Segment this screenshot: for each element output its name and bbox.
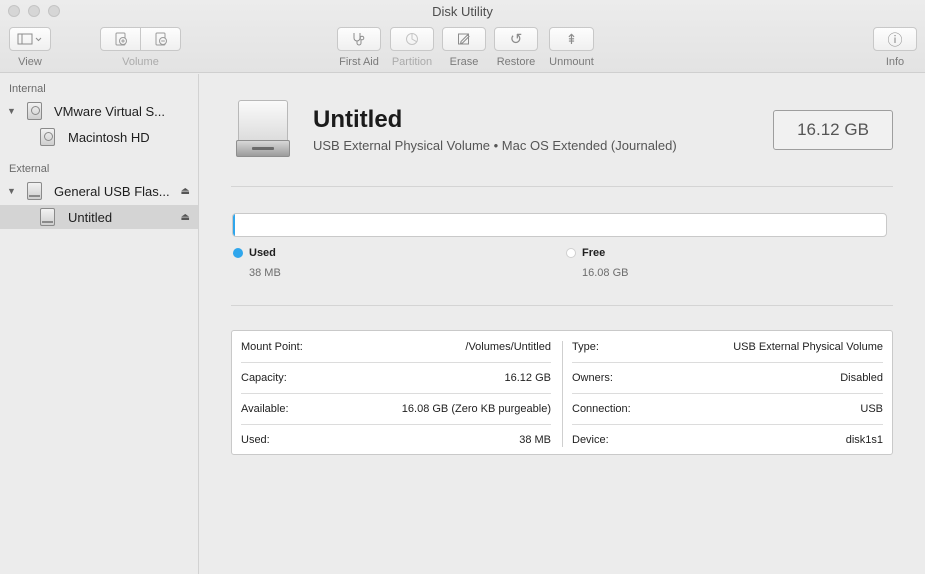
hard-disk-icon [40,128,55,146]
toolbar-volume: Volume [100,27,181,68]
info-key: Available: [241,402,289,415]
info-key: Device: [572,433,609,446]
used-legend-value: 38 MB [249,267,281,279]
sidebar-item-macintosh-hd[interactable]: Macintosh HD [0,125,198,149]
toolbar-info: ⓘ Info [873,27,917,68]
window-title: Disk Utility [432,4,493,19]
erase-button[interactable] [442,27,486,51]
info-value: 16.12 GB [504,371,551,384]
eject-icon[interactable]: ⏏ [181,186,190,197]
divider [231,305,893,306]
info-row-device: Device: disk1s1 [572,424,883,455]
restore-label: Restore [496,56,536,68]
sidebar-item-label: Untitled [68,209,113,225]
erase-label: Erase [449,56,479,68]
unmount-label: Unmount [549,56,594,68]
toolbar-erase: Erase [442,27,486,68]
used-legend-dot [233,248,243,258]
divider [231,186,893,187]
info-value: 38 MB [519,433,551,446]
info-value: /Volumes/Untitled [465,340,551,353]
info-row-available: Available: 16.08 GB (Zero KB purgeable) [241,393,551,424]
info-row-owners: Owners: Disabled [572,362,883,393]
sidebar-item-usb-disk[interactable]: ▼ General USB Flas... ⏏ [0,179,198,203]
info-key: Connection: [572,402,631,415]
info-value: USB [860,402,883,415]
unmount-button[interactable]: ⇞ [549,27,594,51]
sidebar-section-internal: Internal [9,83,46,95]
usb-volume-icon [40,208,55,226]
info-key: Used: [241,433,270,446]
restore-button[interactable]: ↺ [494,27,538,51]
column-divider [562,341,563,447]
add-volume-button[interactable] [100,27,141,51]
toolbar-partition: Partition [390,27,434,68]
restore-icon: ↺ [509,31,523,48]
sidebar: Internal ▼ VMware Virtual S... Macintosh… [0,74,199,574]
info-value: 16.08 GB (Zero KB purgeable) [401,402,551,415]
view-label: View [18,56,42,68]
info-row-capacity: Capacity: 16.12 GB [241,362,551,393]
free-legend-label: Free [582,247,606,259]
info-icon: ⓘ [887,31,903,49]
sidebar-item-label: VMware Virtual S... [54,103,166,119]
info-value: USB External Physical Volume [733,340,883,353]
disk-utility-window: Disk Utility View Volume First Aid Parti… [0,0,925,574]
eject-icon[interactable]: ⏏ [181,212,190,223]
sidebar-item-vmware-disk[interactable]: ▼ VMware Virtual S... [0,99,198,123]
sidebar-item-label: General USB Flas... [54,183,170,199]
titlebar: Disk Utility View Volume First Aid Parti… [0,0,925,73]
info-key: Mount Point: [241,340,303,353]
hard-disk-icon [27,102,42,120]
sidebar-section-external: External [9,163,50,175]
volume-detail-pane: Untitled USB External Physical Volume • … [200,74,925,574]
stethoscope-icon [353,33,365,46]
volume-description: USB External Physical Volume • Mac OS Ex… [313,138,677,153]
info-label: Info [885,56,905,68]
info-key: Type: [572,340,599,353]
toolbar-restore: ↺ Restore [494,27,538,68]
pencil-icon [458,33,470,45]
info-row-type: Type: USB External Physical Volume [572,331,883,362]
unmount-icon: ⇞ [565,30,578,47]
info-row-mount-point: Mount Point: /Volumes/Untitled [241,331,551,362]
info-key: Capacity: [241,371,287,384]
used-legend-label: Used [249,247,276,259]
info-button[interactable]: ⓘ [873,27,917,51]
volume-label: Volume [122,56,159,68]
sidebar-toggle-icon [17,33,42,45]
partition-button[interactable] [390,27,434,51]
add-volume-icon [115,32,127,46]
toolbar-unmount: ⇞ Unmount [549,27,594,68]
sidebar-item-untitled[interactable]: Untitled ⏏ [0,205,198,229]
disclosure-triangle-icon[interactable]: ▼ [7,186,16,196]
first-aid-button[interactable] [337,27,381,51]
sidebar-item-label: Macintosh HD [68,129,150,145]
info-key: Owners: [572,371,613,384]
external-drive-icon [236,100,290,158]
info-row-used: Used: 38 MB [241,424,551,455]
info-value: disk1s1 [845,433,883,446]
pie-icon [406,33,418,45]
disclosure-triangle-icon[interactable]: ▼ [7,106,16,116]
volume-info-table: Mount Point: /Volumes/Untitled Capacity:… [231,330,893,455]
volume-name: Untitled [313,106,403,133]
partition-label: Partition [391,56,433,68]
usage-bar-used-fill [233,214,235,236]
usb-disk-icon [27,182,42,200]
info-value: Disabled [840,371,883,384]
info-row-connection: Connection: USB [572,393,883,424]
remove-volume-button[interactable] [141,27,181,51]
first-aid-label: First Aid [339,56,379,68]
toolbar-first-aid: First Aid [337,27,381,68]
usage-bar [232,213,887,237]
free-legend-dot [566,248,576,258]
toolbar-view: View [9,27,51,68]
volume-segment [100,27,181,51]
remove-volume-icon [155,32,167,46]
volume-size-badge: 16.12 GB [773,110,893,150]
free-legend-value: 16.08 GB [582,267,629,279]
view-button[interactable] [9,27,51,51]
